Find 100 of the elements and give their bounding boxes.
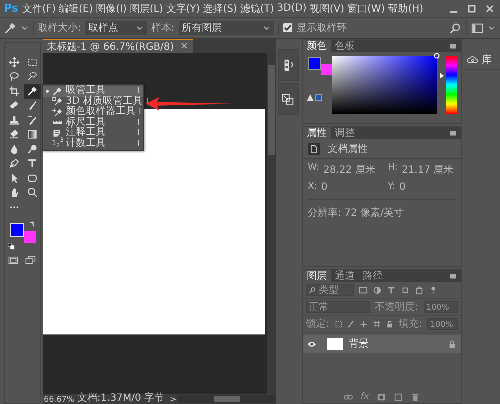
status-menu-arrow[interactable]: > [170, 394, 178, 404]
horizontal-scrollbar[interactable] [178, 395, 276, 403]
selected-tool-button[interactable] [24, 84, 41, 98]
marquee-icon [27, 56, 38, 68]
rounded-rectangle-icon [27, 172, 38, 184]
menu-item[interactable]: 窗口(W) [347, 2, 386, 16]
menu-item[interactable]: 选择(S) [203, 2, 238, 16]
field-label: X: [308, 182, 318, 193]
fill-label: 填充: [399, 318, 422, 331]
menu-item[interactable]: 文件(F) [22, 2, 56, 16]
gamut-warning-icon[interactable] [307, 94, 324, 102]
move-icon[interactable] [360, 320, 368, 328]
blend-mode-dropdown[interactable]: 正常 [306, 301, 370, 313]
sample-label: 样本: [151, 22, 175, 35]
lasso-icon [9, 71, 20, 82]
eyedropper-icon[interactable] [4, 22, 17, 34]
sample-dropdown[interactable]: 所有图层 [178, 21, 274, 35]
panel-tab[interactable]: 路径 [359, 270, 388, 282]
menu-item[interactable]: 颜色取样器工具 I [43, 107, 143, 118]
caret-icon [136, 24, 144, 32]
history-brush-icon [27, 114, 38, 126]
lock-icon[interactable] [386, 320, 394, 328]
color-picker-ring[interactable] [434, 53, 440, 59]
quick-mask-icon[interactable] [8, 254, 19, 266]
maximize-icon[interactable] [466, 2, 478, 14]
layer-row[interactable]: 背景 [303, 335, 462, 353]
panel-tab[interactable]: 颜色 [303, 40, 332, 52]
type-filter-icon[interactable] [387, 286, 396, 294]
hue-slider[interactable] [440, 56, 458, 114]
move-icon [9, 56, 20, 68]
shortcut-key: I [138, 118, 140, 128]
field-label: W: [308, 163, 320, 175]
checkbox[interactable] [282, 23, 293, 33]
shortcut-key: I [139, 107, 142, 118]
eye-icon[interactable] [307, 340, 318, 348]
opacity-field[interactable]: 100% [424, 301, 458, 313]
panel-menu-icon[interactable] [450, 274, 456, 278]
artboard-icon[interactable] [373, 320, 382, 328]
properties-heading: 文档属性 [328, 142, 368, 156]
screen-mode-icon[interactable] [25, 254, 36, 266]
panel-tab[interactable]: 通道 [331, 270, 360, 282]
menu-item[interactable]: 文字(Y) [166, 2, 200, 16]
shape-filter-icon[interactable] [401, 286, 410, 294]
foreground-color-swatch[interactable] [308, 57, 322, 70]
lock-pixels-icon[interactable] [334, 320, 342, 328]
brush-icon[interactable] [347, 320, 356, 328]
menu-item[interactable]: 标尺工具 I [43, 118, 143, 128]
menu-item[interactable]: 视图(V) [310, 2, 344, 16]
layer-comp-icon[interactable] [282, 92, 296, 106]
swap-arrow-icon[interactable] [29, 220, 36, 228]
libraries-tab[interactable]: 库 [464, 51, 500, 70]
panel-menu-icon[interactable] [450, 130, 456, 136]
color-field[interactable] [332, 56, 438, 114]
adjustment-filter-icon[interactable] [373, 286, 382, 294]
panel-menu-icon[interactable] [450, 44, 456, 48]
vertical-scrollbar[interactable] [267, 53, 276, 394]
panel-tab[interactable]: 调整 [331, 127, 360, 139]
menu-item[interactable]: 吸管工具 I [43, 86, 143, 96]
search-icon[interactable] [449, 22, 462, 34]
new-layer-icon[interactable] [394, 392, 404, 402]
background-color-swatch[interactable] [321, 64, 332, 75]
menu-item[interactable]: 图像(I) [96, 2, 127, 16]
trash-icon[interactable] [411, 392, 420, 402]
workspace-icon[interactable] [471, 22, 484, 34]
panel-tab[interactable]: 色板 [331, 40, 360, 52]
menu-item[interactable]: 注释工具 I [43, 128, 143, 138]
caret-icon[interactable] [21, 24, 29, 32]
menu-item[interactable]: 编辑(E) [58, 2, 94, 16]
fill-field[interactable]: 100% [427, 318, 458, 330]
background-color-swatch[interactable] [24, 230, 36, 242]
menu-item[interactable]: 帮助(H) [388, 2, 424, 16]
link-icon[interactable] [344, 392, 353, 402]
field-value: 0 [321, 182, 328, 193]
panel-tab[interactable]: 图层 [303, 270, 332, 282]
crop-icon [9, 86, 20, 97]
smart-object-filter-icon[interactable] [415, 286, 424, 294]
checkbox-label: 显示取样环 [296, 22, 347, 35]
app-logo: Ps [4, 2, 18, 15]
toggle-icon[interactable] [429, 286, 438, 294]
eraser-icon [9, 129, 20, 140]
sample-size-dropdown[interactable]: 取样点 [85, 21, 148, 35]
image-filter-icon[interactable] [359, 286, 368, 294]
menu-item[interactable]: 滤镜(T) [240, 2, 274, 16]
adjustment-panel-icon[interactable] [282, 58, 296, 72]
tab-close[interactable]: × [180, 41, 189, 52]
drop-icon [9, 144, 20, 155]
3d-eyedropper-icon [52, 97, 63, 106]
panel-tab[interactable]: 属性 [303, 127, 332, 139]
arrow-cursor-icon [9, 172, 20, 184]
filter-dropdown[interactable]: 类型 [306, 284, 354, 296]
mask-icon[interactable] [377, 392, 386, 402]
caret-icon[interactable] [488, 24, 496, 32]
eyedropper-icon [52, 86, 63, 96]
menu-item[interactable]: 3D(D) [277, 3, 307, 14]
menu-item[interactable]: 图层(L) [130, 2, 164, 16]
default-colors-icon[interactable] [8, 242, 15, 250]
document-tab[interactable]: 未标题-1 @ 66.7%(RGB/8) × [43, 39, 193, 53]
field-label: Y: [388, 182, 396, 193]
layer-thumbnail [327, 338, 344, 350]
close-icon[interactable] [484, 2, 496, 14]
